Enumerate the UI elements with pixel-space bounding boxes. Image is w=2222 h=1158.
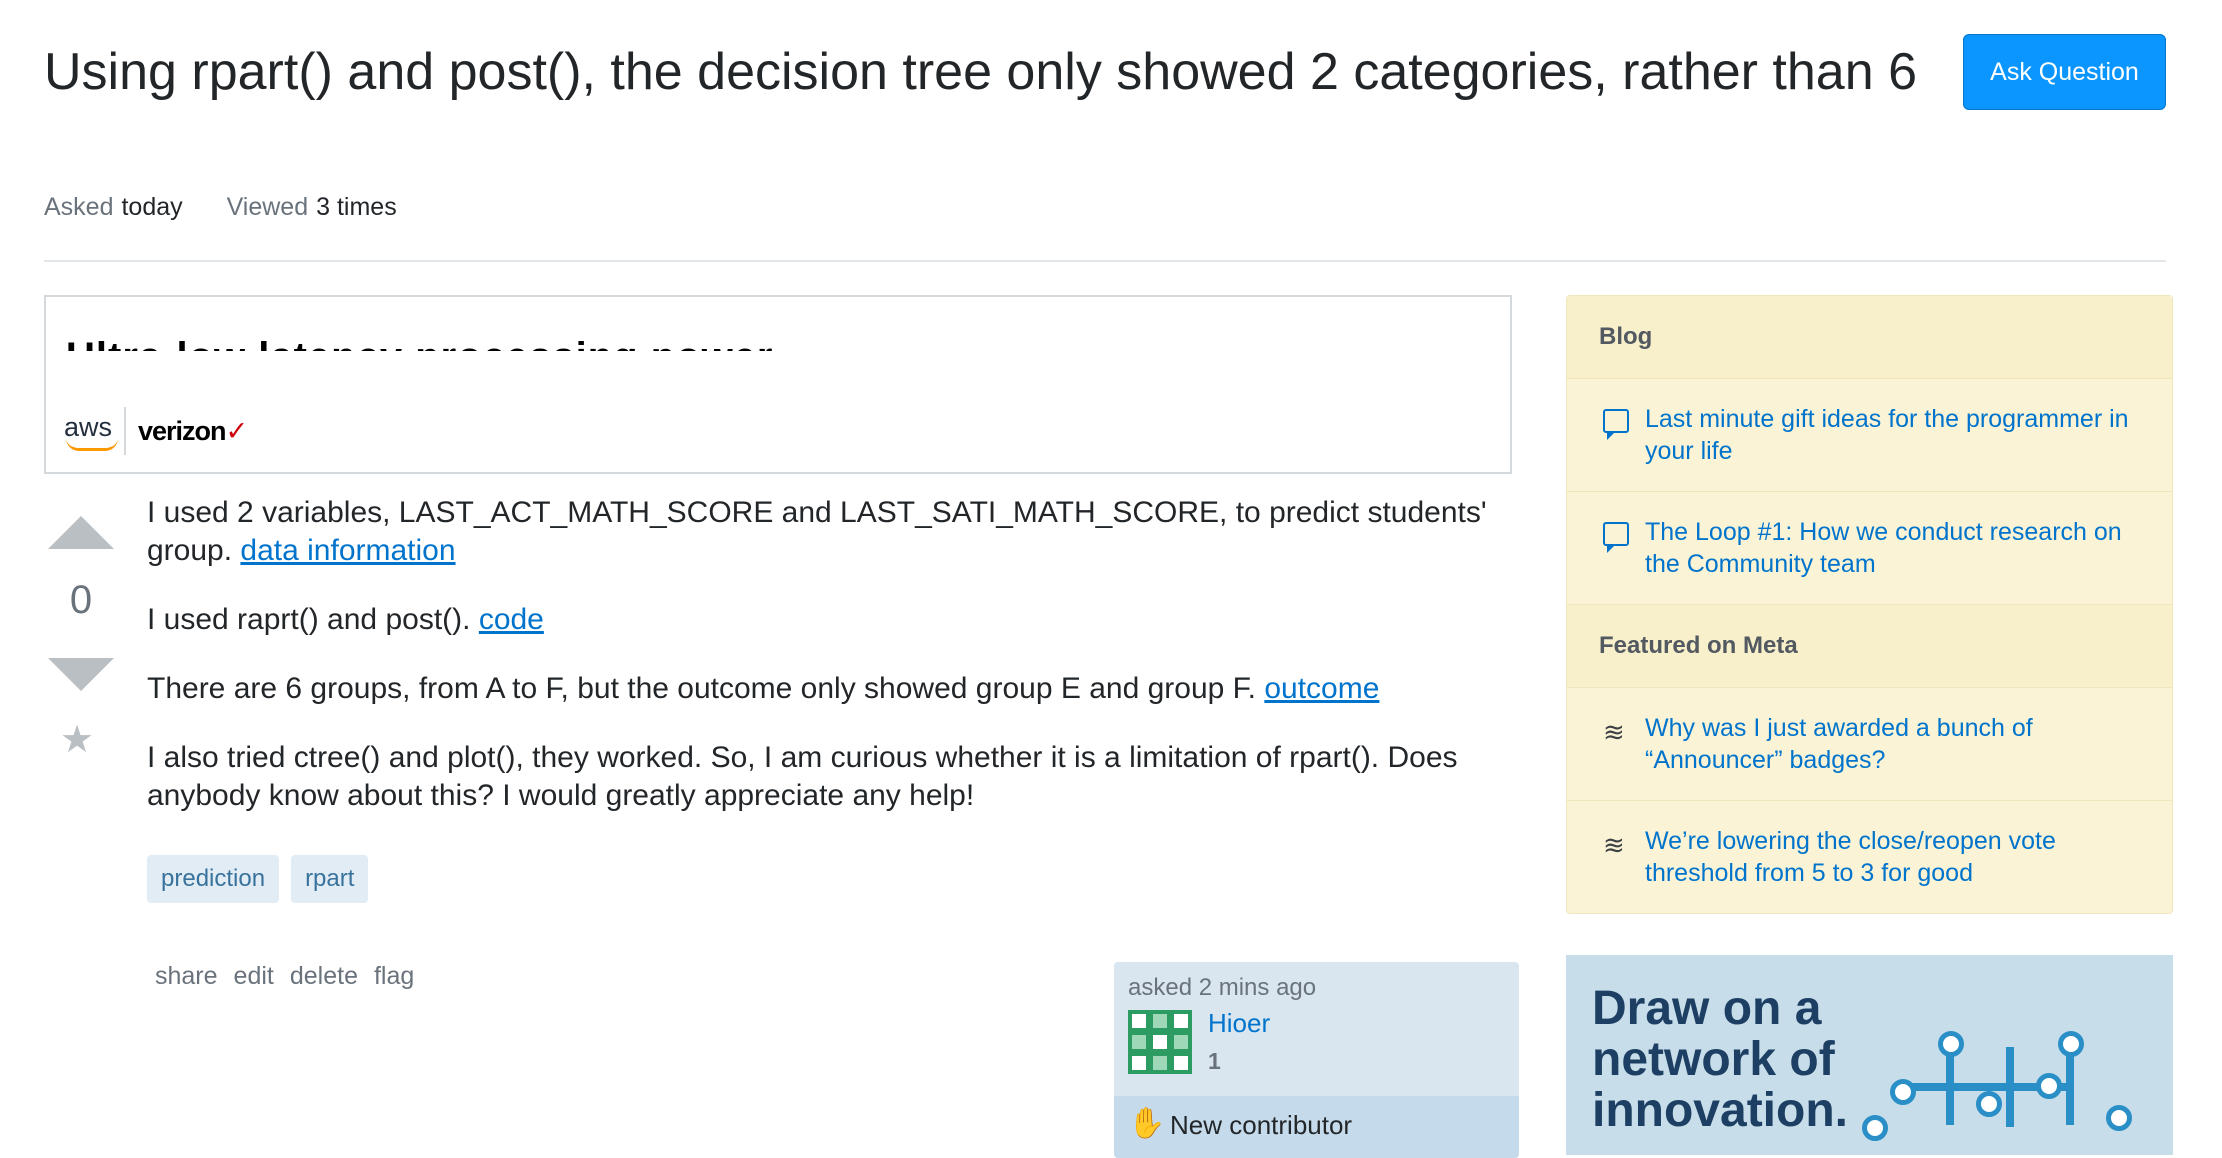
viewed-label: Viewed (226, 193, 309, 221)
logo-divider (124, 407, 127, 455)
new-contributor-label: New contributor (1170, 1110, 1353, 1140)
banner-headline: Draw on a network of innovation. (1592, 982, 1848, 1137)
asked-label: Asked (44, 193, 114, 221)
tag-prediction[interactable]: prediction (147, 855, 280, 903)
blog-item: The Loop #1: How we conduct research on … (1567, 492, 2172, 605)
flag-link[interactable]: flag (374, 962, 414, 991)
header-divider (44, 260, 2166, 262)
stack-exchange-icon: ≋ (1603, 830, 1625, 860)
downvote-arrow-icon[interactable] (48, 658, 114, 691)
blog-header: Blog (1567, 296, 2172, 379)
delete-link[interactable]: delete (290, 962, 358, 991)
data-information-link[interactable]: data information (240, 534, 455, 567)
meta-link[interactable]: We’re lowering the close/reopen vote thr… (1645, 827, 2056, 887)
meta-header: Featured on Meta (1567, 605, 2172, 688)
asked-time: asked 2 mins ago (1128, 974, 1317, 1001)
post-paragraph: I also tried ctree() and plot(), they wo… (147, 741, 1458, 812)
speech-bubble-icon (1603, 522, 1629, 553)
speech-bubble-icon (1603, 409, 1629, 440)
meta-link[interactable]: Why was I just awarded a bunch of “Annou… (1645, 714, 2033, 774)
aws-logo: aws (64, 412, 118, 451)
ad-logos: aws verizon✓ (64, 407, 248, 455)
upvote-arrow-icon[interactable] (48, 516, 114, 549)
post-paragraph: I used 2 variables, LAST_ACT_MATH_SCORE … (147, 496, 1487, 567)
code-link[interactable]: code (479, 603, 544, 636)
user-reputation: 1 (1208, 1048, 1221, 1074)
new-contributor-notice[interactable]: ✋ New contributor (1114, 1096, 1519, 1158)
meta-item: ≋ Why was I just awarded a bunch of “Ann… (1567, 688, 2172, 801)
tag-list: prediction rpart (147, 855, 369, 903)
wave-hand-icon: ✋ (1128, 1107, 1166, 1140)
blog-link[interactable]: Last minute gift ideas for the programme… (1645, 405, 2129, 465)
banner-ad[interactable]: Draw on a network of innovation. (1566, 955, 2173, 1155)
post-menu: share edit delete flag (155, 962, 414, 991)
avatar[interactable] (1128, 1010, 1192, 1074)
advertisement[interactable]: Ultra-low latency processing power aws v… (44, 295, 1512, 474)
post-paragraph: I used raprt() and post(). code (147, 603, 544, 636)
question-meta: Asked today Viewed 3 times (44, 193, 397, 222)
post-paragraph: There are 6 groups, from A to F, but the… (147, 672, 1380, 705)
user-card: asked 2 mins ago Hioer 1 ✋ New contribut… (1114, 962, 1519, 1158)
question-body: I used 2 variables, LAST_ACT_MATH_SCORE … (147, 494, 1517, 846)
share-link[interactable]: share (155, 962, 218, 991)
ask-question-button[interactable]: Ask Question (1963, 34, 2166, 110)
tag-rpart[interactable]: rpart (291, 855, 369, 903)
question-title: Using rpart() and post(), the decision t… (44, 43, 1917, 101)
meta-item: ≋ We’re lowering the close/reopen vote t… (1567, 801, 2172, 913)
bookmark-star-icon[interactable]: ★ (60, 718, 94, 762)
blog-item: Last minute gift ideas for the programme… (1567, 379, 2172, 492)
viewed-value: 3 times (316, 193, 397, 221)
outcome-link[interactable]: outcome (1264, 672, 1379, 705)
sidebar-widget: Blog Last minute gift ideas for the prog… (1566, 295, 2173, 914)
asked-value: today (121, 193, 183, 221)
vote-count: 0 (69, 578, 93, 622)
ad-headline: Ultra-low latency processing power (66, 325, 774, 351)
verizon-logo: verizon✓ (138, 415, 248, 446)
user-name-link[interactable]: Hioer (1208, 1008, 1270, 1039)
edit-link[interactable]: edit (234, 962, 274, 991)
blog-link[interactable]: The Loop #1: How we conduct research on … (1645, 518, 2122, 578)
stack-exchange-icon: ≋ (1603, 717, 1625, 747)
